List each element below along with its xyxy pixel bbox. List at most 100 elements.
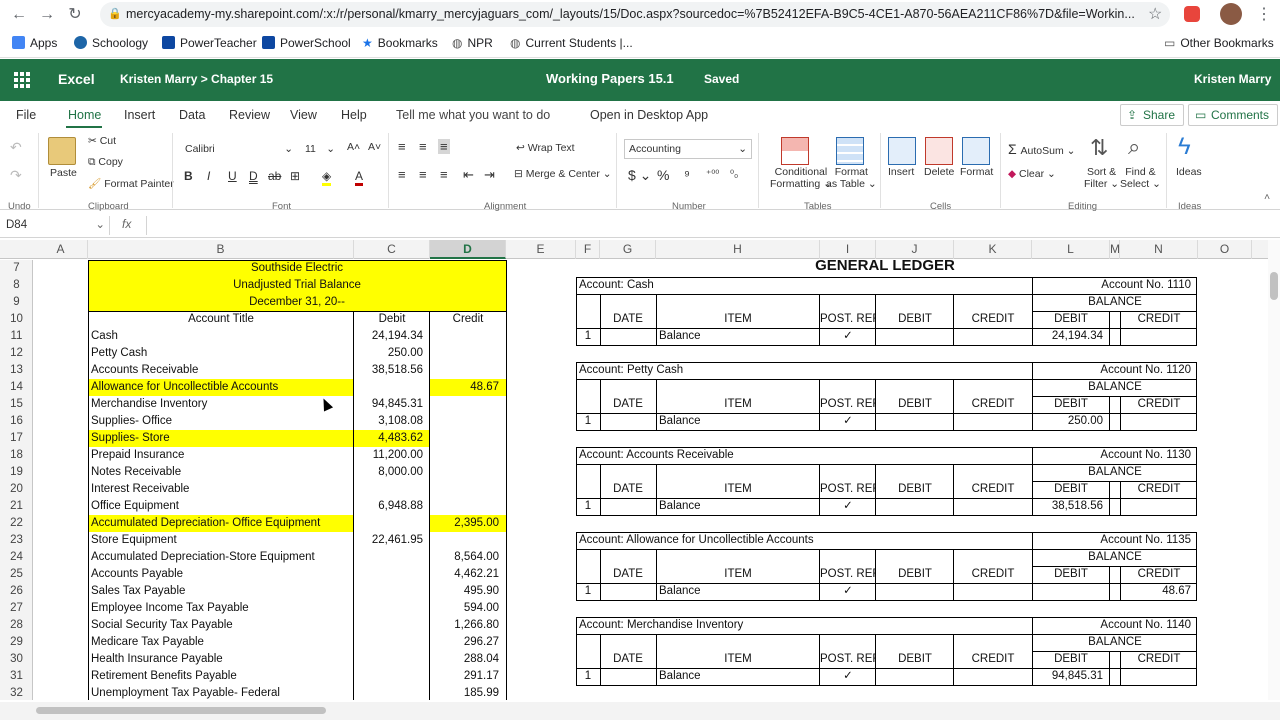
ledger-col-balance-credit[interactable]: CREDIT (1120, 311, 1198, 328)
entry-day[interactable]: 1 (576, 668, 600, 685)
bookmark-other[interactable]: ▭ Other Bookmarks (1164, 36, 1274, 50)
ledger-account-number[interactable]: Account No. 1135 (1032, 532, 1198, 549)
formula-input[interactable] (146, 216, 1266, 235)
debit-amount[interactable] (354, 668, 430, 685)
debit-amount[interactable] (354, 600, 430, 617)
account-title[interactable]: Health Insurance Payable (88, 651, 354, 668)
paste-icon[interactable] (48, 137, 76, 165)
align-bottom-icon[interactable]: ≡ (438, 139, 450, 154)
post-ref-check[interactable]: ✓ (820, 498, 876, 515)
credit-amount[interactable] (430, 413, 506, 430)
credit-amount[interactable] (430, 430, 506, 447)
format-cells-button[interactable]: Format (960, 166, 993, 178)
account-title[interactable]: Petty Cash (88, 345, 354, 362)
ledger-col-balance-credit[interactable]: CREDIT (1120, 651, 1198, 668)
entry-item[interactable]: Balance (656, 583, 820, 600)
insert-cells-button[interactable]: Insert (888, 166, 914, 178)
debit-amount[interactable]: 94,845.31 (354, 396, 430, 413)
debit-amount[interactable] (354, 583, 430, 600)
search-icon[interactable]: ⌕ (1128, 134, 1140, 160)
forward-arrow-icon[interactable]: → (36, 4, 58, 26)
tab-file[interactable]: File (16, 108, 36, 122)
reload-icon[interactable]: ↻ (64, 4, 86, 26)
ideas-button[interactable]: Ideas (1176, 166, 1202, 178)
row-header[interactable]: 28 (0, 617, 33, 634)
bookmark-star-icon[interactable]: ☆ (1148, 4, 1162, 24)
entry-item[interactable]: Balance (656, 668, 820, 685)
account-title[interactable]: Prepaid Insurance (88, 447, 354, 464)
paste-button[interactable]: Paste (50, 167, 77, 179)
credit-amount[interactable] (430, 345, 506, 362)
column-header-d[interactable]: D (430, 240, 506, 259)
ledger-account-name[interactable]: Account: Merchandise Inventory (576, 617, 1032, 634)
credit-amount[interactable]: 1,266.80 (430, 617, 506, 634)
comma-style-icon[interactable]: ⁹ (684, 167, 690, 183)
credit-amount[interactable]: 594.00 (430, 600, 506, 617)
column-header-i[interactable]: I (820, 240, 876, 259)
debit-amount[interactable] (354, 566, 430, 583)
font-name-select[interactable]: Calibri ⌄ (180, 139, 298, 159)
format-as-table-icon[interactable] (836, 137, 864, 165)
format-as-table-button[interactable]: Format as Table ⌄ (826, 166, 877, 190)
tab-review[interactable]: Review (229, 108, 270, 122)
credit-amount[interactable]: 288.04 (430, 651, 506, 668)
tab-help[interactable]: Help (341, 108, 367, 122)
copy-button[interactable]: ⧉ Copy (88, 156, 123, 169)
debit-amount[interactable] (354, 549, 430, 566)
column-header-m[interactable]: M (1110, 240, 1120, 259)
debit-amount[interactable]: 6,948.88 (354, 498, 430, 515)
redo-icon[interactable]: ↷ (10, 167, 22, 184)
column-header-e[interactable]: E (506, 240, 576, 259)
align-middle-icon[interactable]: ≡ (419, 139, 427, 154)
horizontal-scrollbar[interactable] (0, 702, 1280, 720)
app-launcher-icon[interactable] (14, 72, 30, 88)
post-ref-check[interactable]: ✓ (820, 668, 876, 685)
row-header[interactable]: 16 (0, 413, 33, 430)
ledger-col-date[interactable]: DATE (600, 396, 656, 413)
trial-balance-heading[interactable]: December 31, 20-- (88, 294, 506, 311)
delete-cells-icon[interactable] (925, 137, 953, 165)
ledger-col-balance-debit[interactable]: DEBIT (1032, 311, 1110, 328)
balance-debit-amount[interactable]: 38,518.56 (1032, 498, 1110, 515)
credit-amount[interactable] (430, 498, 506, 515)
ledger-col-balance-debit[interactable]: DEBIT (1032, 481, 1110, 498)
debit-amount[interactable] (354, 617, 430, 634)
profile-avatar[interactable] (1220, 3, 1242, 25)
undo-icon[interactable]: ↶ (10, 139, 22, 156)
row-header[interactable]: 24 (0, 549, 33, 566)
ledger-col-credit[interactable]: CREDIT (954, 396, 1032, 413)
url-field[interactable]: 🔒 mercyacademy-my.sharepoint.com/:x:/r/pe… (100, 2, 1170, 27)
column-title-credit[interactable]: Credit (430, 311, 506, 328)
debit-amount[interactable] (354, 515, 430, 532)
account-title[interactable]: Unemployment Tax Payable- Federal (88, 685, 354, 700)
row-header[interactable]: 32 (0, 685, 33, 702)
credit-amount[interactable]: 296.27 (430, 634, 506, 651)
debit-amount[interactable]: 250.00 (354, 345, 430, 362)
ledger-col-debit[interactable]: DEBIT (876, 566, 954, 583)
format-painter-button[interactable]: 🖌 Format Painter (88, 177, 174, 190)
row-header[interactable]: 22 (0, 515, 33, 532)
document-title[interactable]: Working Papers 15.1 (546, 71, 674, 86)
row-header[interactable]: 9 (0, 294, 33, 311)
number-format-select[interactable]: Accounting ⌄ (624, 139, 752, 159)
scroll-thumb[interactable] (1270, 272, 1278, 300)
sort-filter-button[interactable]: Sort & Filter ⌄ (1084, 166, 1119, 190)
credit-amount[interactable] (430, 447, 506, 464)
trial-balance-heading[interactable]: Southside Electric (88, 260, 506, 277)
ledger-col-post-ref[interactable]: POST. REF. (820, 651, 876, 668)
account-title[interactable]: Accounts Payable (88, 566, 354, 583)
format-cells-icon[interactable] (962, 137, 990, 165)
debit-amount[interactable] (354, 379, 430, 396)
row-header[interactable]: 20 (0, 481, 33, 498)
column-title-account[interactable]: Account Title (88, 311, 354, 328)
ledger-col-debit[interactable]: DEBIT (876, 396, 954, 413)
credit-amount[interactable] (430, 532, 506, 549)
credit-amount[interactable]: 291.17 (430, 668, 506, 685)
underline-icon[interactable]: U (228, 169, 237, 183)
column-header-a[interactable]: A (34, 240, 88, 259)
delete-cells-button[interactable]: Delete (924, 166, 954, 178)
entry-day[interactable]: 1 (576, 583, 600, 600)
ledger-col-credit[interactable]: CREDIT (954, 566, 1032, 583)
balance-credit-amount[interactable]: 48.67 (1120, 583, 1198, 600)
account-title[interactable]: Retirement Benefits Payable (88, 668, 354, 685)
